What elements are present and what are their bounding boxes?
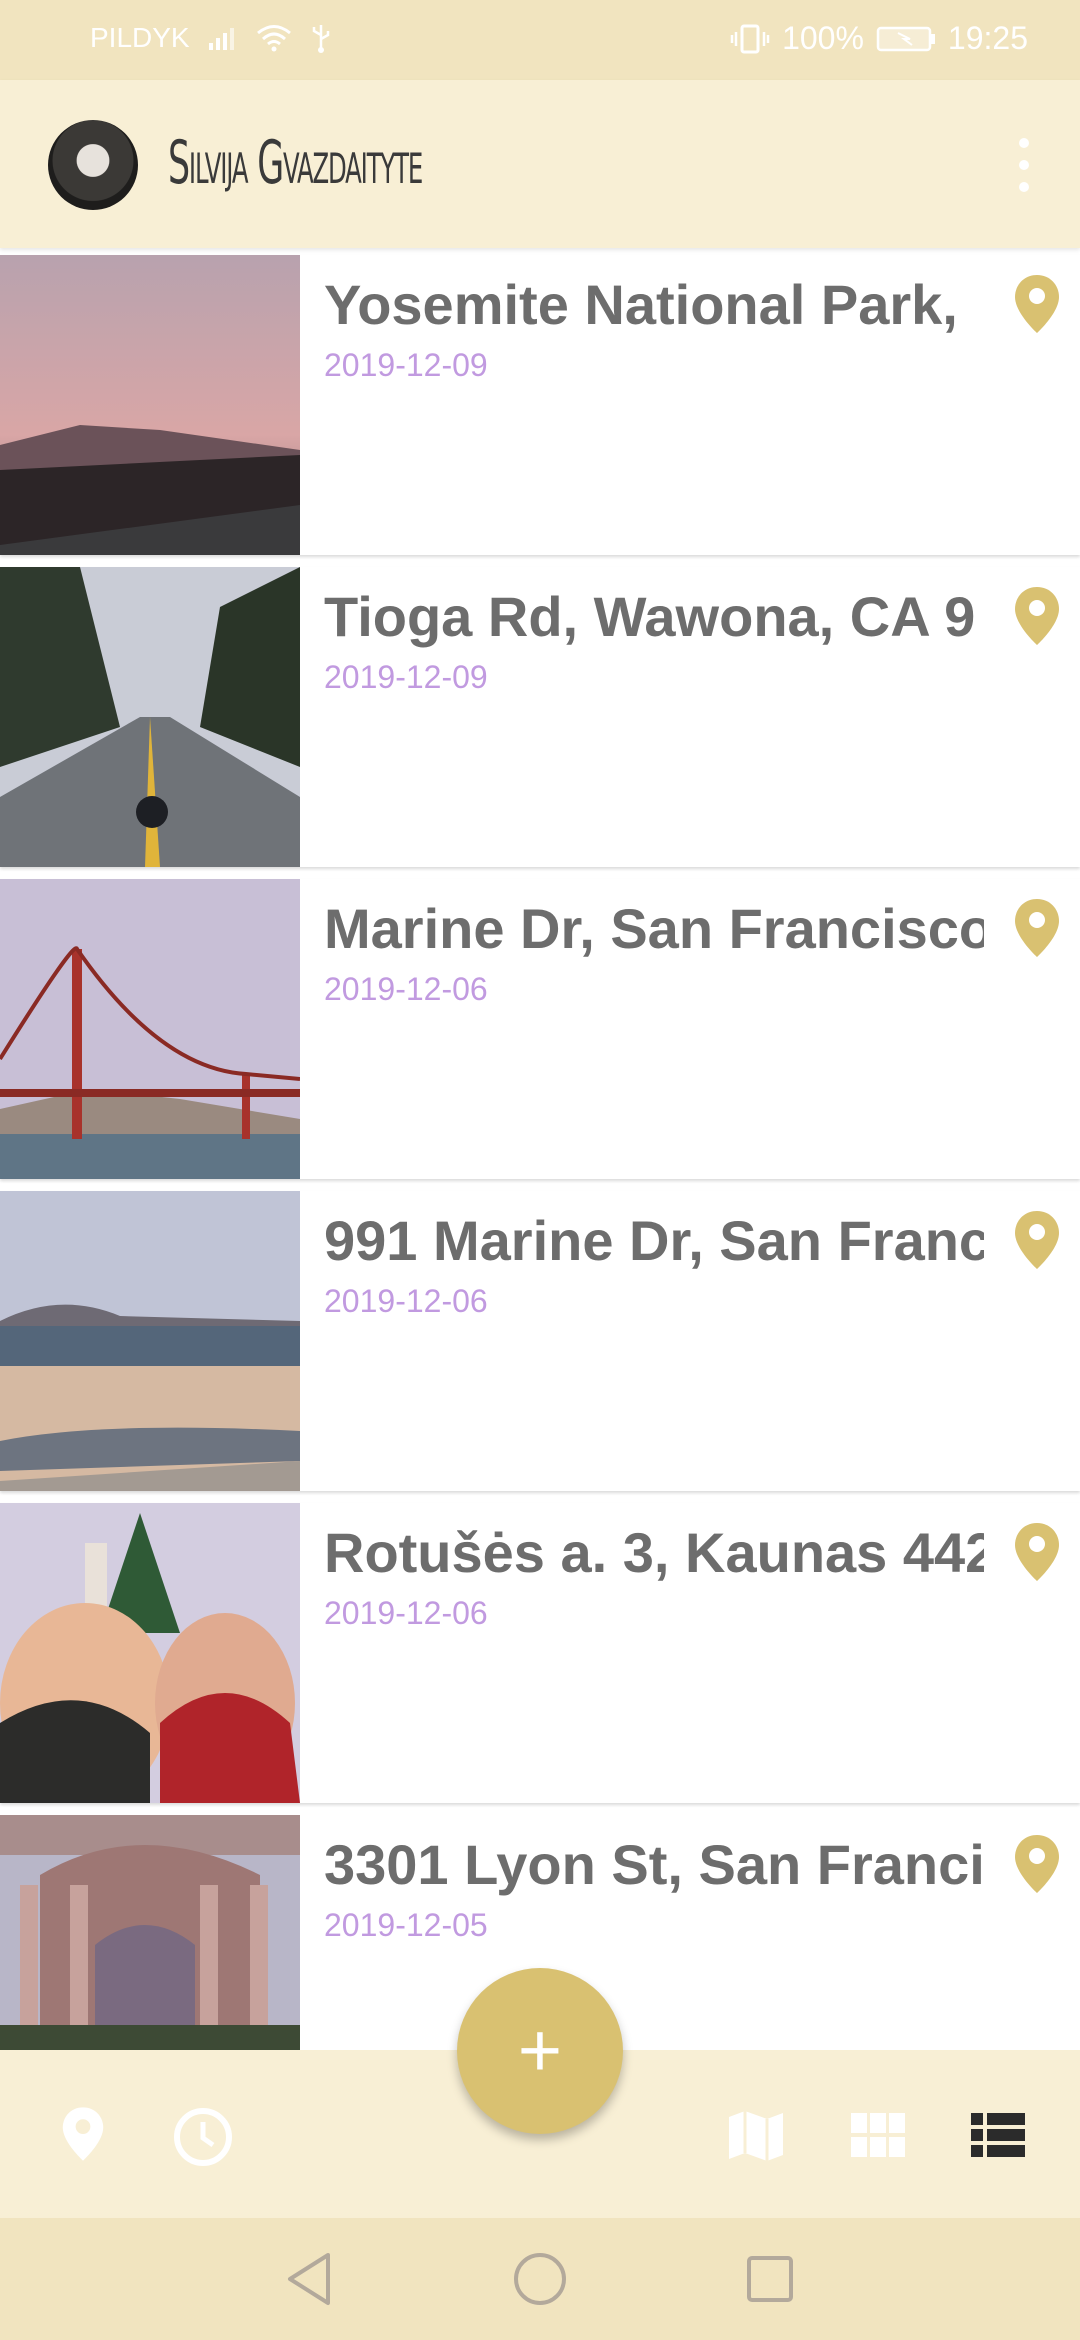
clock-icon[interactable] bbox=[172, 2106, 234, 2168]
location-pin-icon[interactable] bbox=[1012, 1209, 1062, 1271]
entry-thumbnail bbox=[0, 255, 300, 555]
map-icon[interactable] bbox=[726, 2108, 786, 2164]
usb-icon bbox=[310, 23, 332, 53]
entry-date: 2019-12-09 bbox=[324, 659, 488, 695]
list-item[interactable]: Rotušės a. 3, Kaunas 442 2019-12-06 bbox=[0, 1503, 1080, 1803]
entry-title: Marine Dr, San Francisco bbox=[324, 897, 984, 960]
location-pin-icon[interactable] bbox=[1012, 273, 1062, 335]
entry-title: Yosemite National Park, bbox=[324, 273, 958, 336]
overflow-menu-icon[interactable] bbox=[1012, 138, 1036, 192]
list-icon[interactable] bbox=[970, 2112, 1026, 2158]
home-icon[interactable] bbox=[509, 2248, 571, 2310]
grid-icon[interactable] bbox=[850, 2112, 906, 2158]
entry-title: 991 Marine Dr, San Franc bbox=[324, 1209, 984, 1272]
location-pin-icon[interactable] bbox=[1012, 1833, 1062, 1895]
entry-date: 2019-12-06 bbox=[324, 1283, 488, 1319]
location-pin-icon[interactable] bbox=[58, 2102, 108, 2166]
list-item[interactable]: Marine Dr, San Francisco 2019-12-06 bbox=[0, 879, 1080, 1179]
back-icon[interactable] bbox=[278, 2248, 340, 2310]
clock-time: 19:25 bbox=[947, 20, 1028, 56]
location-pin-icon[interactable] bbox=[1012, 1521, 1062, 1583]
status-bar: PILDYK 100% 19:25 bbox=[0, 0, 1080, 80]
system-nav bbox=[0, 2218, 1080, 2340]
entry-thumbnail bbox=[0, 1191, 300, 1491]
battery-icon bbox=[876, 25, 936, 53]
list-item[interactable]: Yosemite National Park, 2019-12-09 bbox=[0, 255, 1080, 555]
entry-date: 2019-12-09 bbox=[324, 347, 488, 383]
carrier-label: PILDYK bbox=[90, 22, 190, 53]
location-pin-icon[interactable] bbox=[1012, 585, 1062, 647]
entry-title: 3301 Lyon St, San Franci bbox=[324, 1833, 984, 1896]
list-item[interactable]: Tioga Rd, Wawona, CA 9 2019-12-09 bbox=[0, 567, 1080, 867]
entry-thumbnail bbox=[0, 1503, 300, 1803]
battery-percent: 100% bbox=[782, 20, 864, 56]
vibrate-icon bbox=[730, 23, 770, 55]
status-left: PILDYK bbox=[90, 22, 332, 54]
app-bar: Silvija Gvazdaityte bbox=[0, 80, 1080, 248]
avatar[interactable] bbox=[48, 120, 138, 210]
entry-date: 2019-12-06 bbox=[324, 971, 488, 1007]
wifi-icon bbox=[256, 24, 292, 52]
entry-date: 2019-12-05 bbox=[324, 1907, 488, 1943]
recents-icon[interactable] bbox=[739, 2248, 801, 2310]
status-right: 100% 19:25 bbox=[730, 20, 1028, 57]
entry-title: Tioga Rd, Wawona, CA 9 bbox=[324, 585, 976, 648]
entry-date: 2019-12-06 bbox=[324, 1595, 488, 1631]
entry-title: Rotušės a. 3, Kaunas 442 bbox=[324, 1521, 984, 1584]
signal-icon bbox=[208, 25, 238, 51]
entry-thumbnail bbox=[0, 567, 300, 867]
list-item[interactable]: 991 Marine Dr, San Franc 2019-12-06 bbox=[0, 1191, 1080, 1491]
entry-thumbnail bbox=[0, 1815, 300, 2050]
entry-thumbnail bbox=[0, 879, 300, 1179]
add-entry-button[interactable]: + bbox=[457, 1968, 623, 2134]
user-name: Silvija Gvazdaityte bbox=[168, 128, 423, 198]
location-pin-icon[interactable] bbox=[1012, 897, 1062, 959]
